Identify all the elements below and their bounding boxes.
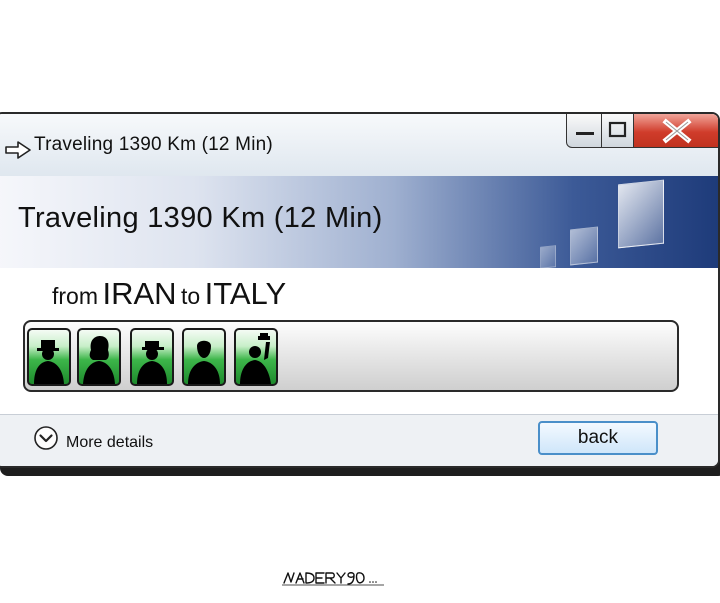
maximize-icon — [608, 121, 627, 138]
back-button[interactable]: back — [538, 421, 658, 455]
minimize-button[interactable] — [566, 114, 602, 148]
progress-block — [130, 328, 174, 386]
maximize-button[interactable] — [602, 114, 634, 148]
progress-block — [234, 328, 278, 386]
origin-country: IRAN — [102, 276, 177, 311]
decorative-pane — [540, 245, 556, 269]
man-with-hat-silhouette-icon — [34, 340, 64, 384]
decorative-pane — [570, 226, 598, 266]
dialog-footer: More details back — [0, 414, 718, 466]
person-with-cap-silhouette-icon — [137, 341, 167, 384]
close-icon — [662, 118, 692, 144]
arrow-right-icon — [5, 141, 31, 159]
minimize-icon — [576, 132, 594, 135]
destination-country: ITALY — [204, 276, 287, 311]
caption-buttons — [566, 114, 718, 150]
woman-silhouette-icon — [83, 336, 115, 384]
progress-block — [182, 328, 226, 386]
to-word: to — [180, 283, 201, 309]
from-word: from — [52, 283, 98, 309]
artist-signature — [282, 572, 384, 586]
title-bar[interactable]: Traveling 1390 Km (12 Min) — [0, 114, 718, 176]
header-title: Traveling 1390 Km (12 Min) — [18, 202, 383, 234]
progress-block — [27, 328, 71, 386]
more-details-label[interactable]: More details — [66, 434, 153, 452]
dialog-content: from IRAN to ITALY — [0, 268, 718, 414]
close-button[interactable] — [634, 114, 718, 148]
chevron-down-icon[interactable] — [34, 426, 58, 450]
dialog-window: Traveling 1390 Km (12 Min) Traveling 139… — [0, 112, 720, 468]
man-silhouette-icon — [188, 340, 220, 384]
decorative-pane — [618, 179, 664, 249]
window-title: Traveling 1390 Km (12 Min) — [34, 134, 273, 155]
progress-bar — [23, 320, 679, 392]
route-text: from IRAN to ITALY — [52, 276, 286, 312]
progress-block — [77, 328, 121, 386]
dialog-header: Traveling 1390 Km (12 Min) — [0, 176, 718, 269]
waving-person-silhouette-icon — [240, 333, 271, 384]
